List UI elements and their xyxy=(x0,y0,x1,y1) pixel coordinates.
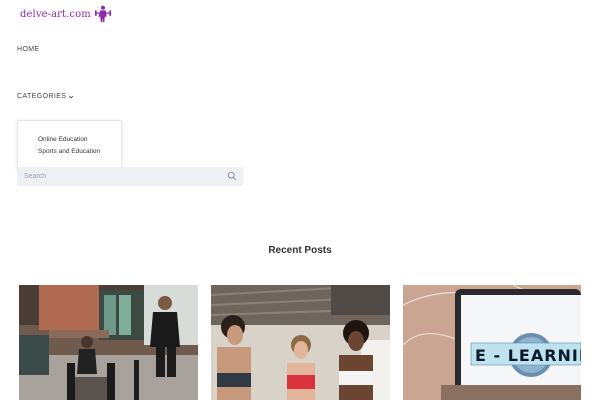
fitness-person-icon xyxy=(94,5,111,23)
nav-categories-label: CATEGORIES xyxy=(17,93,67,100)
dropdown-item-online-education[interactable]: Online Education xyxy=(38,136,88,143)
post-thumbnail-fitness[interactable] xyxy=(211,285,390,400)
nav-home[interactable]: HOME xyxy=(17,46,40,53)
logo-text: delve-art.com xyxy=(20,8,91,20)
gym-trainer-photo xyxy=(19,285,198,400)
dropdown-item-sports-education[interactable]: Sports and Education xyxy=(38,148,100,155)
e-learning-laptop-photo: E - LEARNING xyxy=(403,285,581,400)
search-input[interactable] xyxy=(17,167,217,186)
post-thumbnail-elearning[interactable]: E - LEARNING xyxy=(403,285,581,400)
women-fitness-photo xyxy=(211,285,390,400)
post-thumbnail-gym[interactable] xyxy=(19,285,198,400)
site-logo[interactable]: delve-art.com xyxy=(20,4,112,24)
search-bar xyxy=(17,167,243,186)
categories-dropdown: Online Education Sports and Education xyxy=(17,120,122,170)
chevron-down-icon xyxy=(69,95,74,99)
nav-categories[interactable]: CATEGORIES xyxy=(17,93,74,100)
search-icon[interactable] xyxy=(227,171,237,181)
recent-posts-heading: Recent Posts xyxy=(268,245,332,256)
elearning-text: E - LEARNING xyxy=(475,346,581,365)
